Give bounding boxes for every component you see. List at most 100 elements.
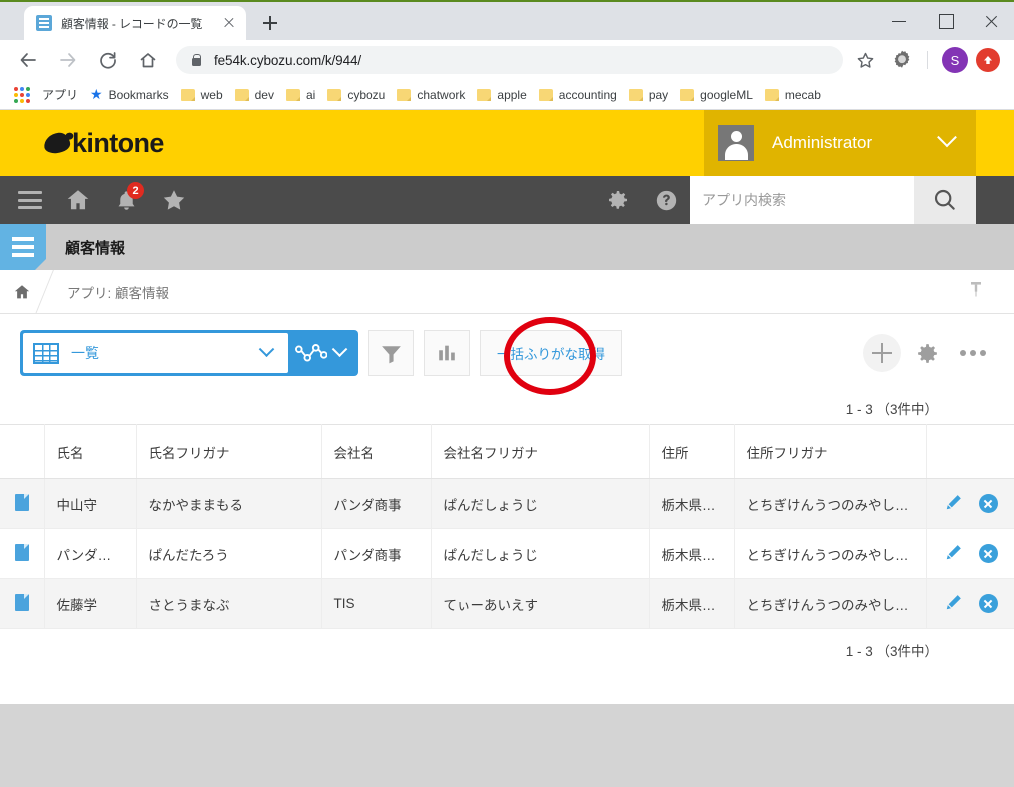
home-icon[interactable]: [54, 176, 102, 224]
address-bar[interactable]: fe54k.cybozu.com/k/944/: [176, 46, 843, 74]
pin-icon[interactable]: [968, 280, 984, 303]
bar-chart-icon[interactable]: [424, 330, 470, 376]
search-input[interactable]: アプリ内検索: [690, 176, 914, 224]
cell-address: 栃木県…: [649, 578, 735, 629]
content-filler: [0, 671, 1014, 704]
kintone-logo[interactable]: kintone: [0, 110, 164, 176]
graph-icon[interactable]: [288, 342, 334, 364]
bookmark-label: web: [200, 87, 223, 102]
folder-icon: [327, 88, 342, 101]
bookmark-item-ai[interactable]: ai: [280, 83, 321, 107]
column-header-address[interactable]: 住所: [649, 424, 735, 479]
kintone-navbar: 2 アプリ内検索: [0, 176, 1014, 224]
cell-address-kana: とちぎけんうつのみやし…: [734, 528, 927, 579]
favorites-star-icon[interactable]: [150, 176, 198, 224]
column-header-name[interactable]: 氏名: [44, 424, 137, 479]
toolbar-divider: [927, 51, 928, 69]
bookmark-item-chatwork[interactable]: chatwork: [391, 83, 471, 107]
list-favicon-icon: [36, 15, 52, 31]
folder-icon: [680, 88, 695, 101]
table-row[interactable]: 佐藤学 さとうまなぶ TIS てぃーあいえす 栃木県… とちぎけんうつのみやし…: [0, 578, 1014, 629]
search-icon[interactable]: [914, 176, 976, 224]
record-icon-cell[interactable]: [0, 578, 45, 629]
bookmark-item-pay[interactable]: pay: [623, 83, 674, 107]
delete-circle-icon[interactable]: [978, 494, 998, 513]
bookmark-label: ai: [305, 87, 316, 102]
column-header-company-kana[interactable]: 会社名フリガナ: [431, 424, 650, 479]
search-placeholder: アプリ内検索: [702, 192, 786, 208]
column-header-company[interactable]: 会社名: [321, 424, 432, 479]
new-tab-button[interactable]: [256, 9, 284, 37]
record-icon-cell[interactable]: [0, 528, 45, 579]
close-icon[interactable]: [220, 14, 238, 32]
cell-actions: [926, 578, 1014, 629]
column-header-address-kana[interactable]: 住所フリガナ: [734, 424, 927, 479]
bookmark-item-bookmarks[interactable]: ★ Bookmarks: [84, 83, 175, 107]
apps-grid-icon[interactable]: [14, 86, 30, 103]
bookmark-label: dev: [254, 87, 274, 102]
pencil-edit-icon[interactable]: [944, 543, 963, 565]
globe-gear-icon[interactable]: [891, 49, 913, 71]
bookmark-item-web[interactable]: web: [175, 83, 229, 107]
bookmark-apps-label[interactable]: アプリ: [36, 83, 84, 107]
record-icon: [14, 593, 29, 611]
bookmark-item-dev[interactable]: dev: [229, 83, 280, 107]
view-selector[interactable]: 一覧: [20, 330, 358, 376]
pager-bottom: 1 - 3 （3件中）: [0, 629, 1014, 671]
view-selector-label: 一覧: [71, 345, 99, 361]
bookmark-label: apple: [497, 87, 527, 102]
gear-icon[interactable]: [594, 176, 642, 224]
gear-icon[interactable]: [915, 341, 940, 366]
profile-avatar[interactable]: S: [942, 47, 968, 73]
column-header-record-icon: [0, 424, 45, 479]
help-icon[interactable]: [642, 176, 690, 224]
view-selector-field[interactable]: 一覧: [23, 333, 288, 373]
close-icon[interactable]: [968, 2, 1014, 40]
kintone-logo-text: kintone: [72, 127, 164, 158]
browser-tab[interactable]: 顧客情報 - レコードの一覧: [24, 6, 246, 40]
cell-name-kana: ぱんだたろう: [136, 528, 322, 579]
delete-circle-icon[interactable]: [978, 594, 998, 613]
bookmark-item-mecab[interactable]: mecab: [759, 83, 827, 107]
minimize-icon[interactable]: [876, 2, 922, 40]
pencil-edit-icon[interactable]: [944, 593, 963, 615]
add-record-button[interactable]: [863, 334, 901, 372]
extension-upload-icon[interactable]: [976, 48, 1000, 72]
bookmark-item-accounting[interactable]: accounting: [533, 83, 623, 107]
bookmark-label: googleML: [700, 87, 753, 102]
table-row[interactable]: 中山守 なかやままもる パンダ商事 ぱんだしょうじ 栃木県… とちぎけんうつのみ…: [0, 478, 1014, 529]
cell-actions: [926, 478, 1014, 529]
breadcrumb: アプリ: 顧客情報: [0, 269, 1014, 314]
record-list-toolbar: 一覧 一括ふりがな取得: [0, 314, 1014, 392]
table-row[interactable]: パンダ… ぱんだたろう パンダ商事 ぱんだしょうじ 栃木県… とちぎけんうつのみ…: [0, 528, 1014, 579]
reload-icon[interactable]: [93, 45, 123, 75]
chevron-down-icon: [937, 127, 957, 148]
folder-icon: [180, 88, 195, 101]
cell-company-kana: ぱんだしょうじ: [431, 528, 650, 579]
record-table: 氏名 氏名フリガナ 会社名 会社名フリガナ 住所 住所フリガナ 中山守 なかやま…: [0, 424, 1014, 629]
bookmark-item-apple[interactable]: apple: [471, 83, 532, 107]
user-menu[interactable]: Administrator: [704, 110, 976, 176]
home-icon[interactable]: [133, 45, 163, 75]
pencil-edit-icon[interactable]: [944, 493, 963, 515]
record-icon-cell[interactable]: [0, 478, 45, 529]
column-header-name-kana[interactable]: 氏名フリガナ: [136, 424, 322, 479]
record-icon: [14, 493, 29, 511]
bulk-furigana-button[interactable]: 一括ふりがな取得: [480, 330, 622, 376]
chevron-down-icon[interactable]: [331, 340, 348, 357]
bookmark-item-googleml[interactable]: googleML: [674, 83, 759, 107]
bookmark-item-cybozu[interactable]: cybozu: [321, 83, 391, 107]
notifications-bell-icon[interactable]: 2: [102, 176, 150, 224]
star-icon[interactable]: [851, 46, 879, 74]
home-icon[interactable]: [0, 283, 44, 301]
navbar-spacer: [976, 176, 1014, 224]
delete-circle-icon[interactable]: [978, 544, 998, 563]
back-arrow-icon[interactable]: [13, 45, 43, 75]
filter-funnel-icon[interactable]: [368, 330, 414, 376]
hamburger-menu-icon[interactable]: [6, 176, 54, 224]
more-dots-icon[interactable]: [954, 350, 992, 356]
folder-icon: [477, 88, 492, 101]
browser-tab-title: 顧客情報 - レコードの一覧: [61, 16, 203, 31]
forward-arrow-icon[interactable]: [53, 45, 83, 75]
maximize-icon[interactable]: [922, 2, 968, 40]
